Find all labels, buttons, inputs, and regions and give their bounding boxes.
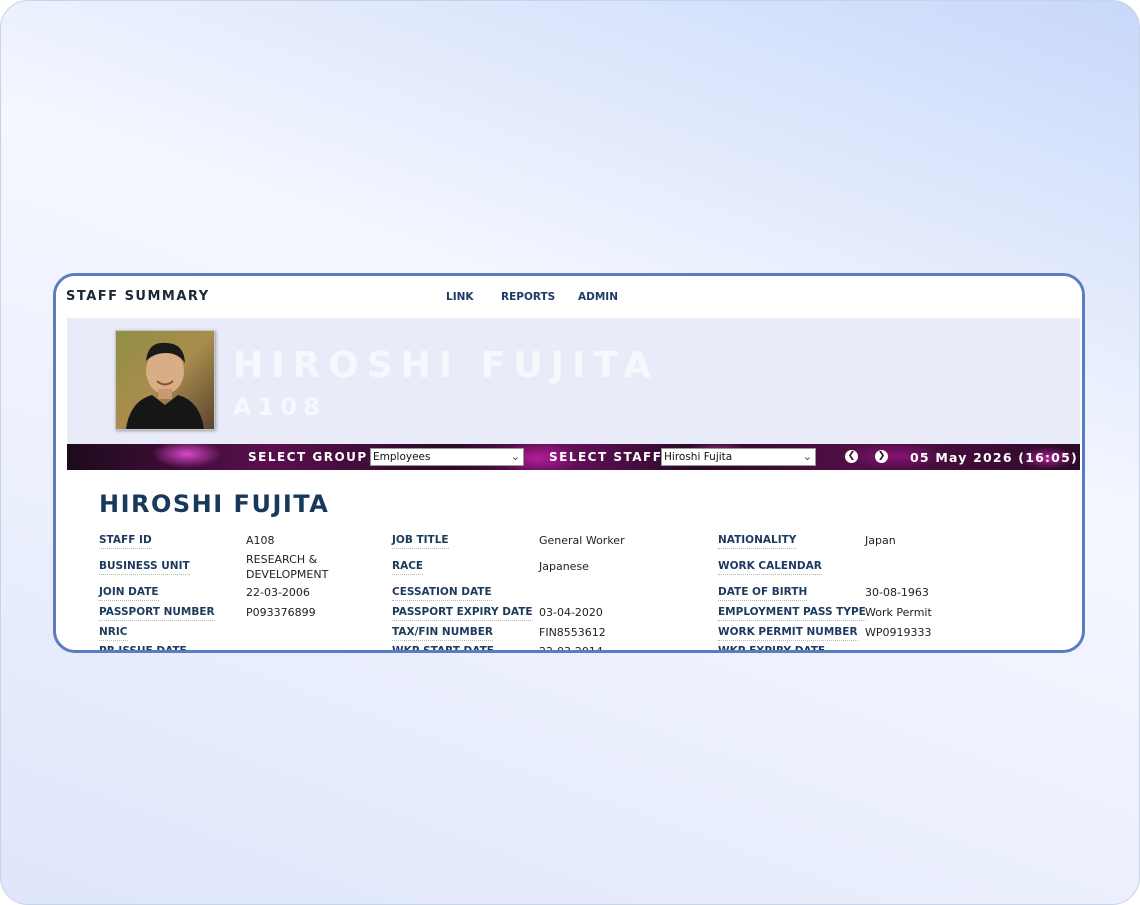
- label-work-calendar: WORK CALENDAR: [718, 560, 822, 575]
- chevron-left-icon[interactable]: ❮: [845, 450, 858, 463]
- staff-photo-image: [116, 331, 214, 429]
- label-passport-number: PASSPORT NUMBER: [99, 606, 215, 621]
- label-employment-pass-type: EMPLOYMENT PASS TYPE: [718, 606, 866, 621]
- value-date-of-birth: 30-08-1963: [865, 586, 929, 599]
- label-race: RACE: [392, 560, 424, 575]
- nav-admin[interactable]: ADMIN: [578, 291, 618, 303]
- chevron-down-icon: ⌄: [802, 450, 812, 463]
- label-nric: NRIC: [99, 626, 128, 641]
- staff-photo: [115, 330, 215, 430]
- profile-name: HIROSHI FUJITA: [99, 490, 330, 518]
- value-nationality: Japan: [865, 534, 896, 547]
- value-staff-id: A108: [246, 534, 275, 547]
- label-business-unit: BUSINESS UNIT: [99, 560, 190, 575]
- label-passport-expiry-date: PASSPORT EXPIRY DATE: [392, 606, 533, 621]
- app-title: STAFF SUMMARY: [66, 289, 210, 304]
- label-nationality: NATIONALITY: [718, 534, 797, 549]
- screenshot-frame: STAFF SUMMARY LINK REPORTS ADMIN HIROSHI…: [0, 0, 1140, 905]
- top-nav-bar: STAFF SUMMARY LINK REPORTS ADMIN: [56, 276, 1082, 318]
- nav-link[interactable]: LINK: [446, 291, 474, 303]
- value-job-title: General Worker: [539, 534, 625, 547]
- label-pr-issue-date: PR ISSUE DATE: [99, 645, 187, 650]
- value-join-date: 22-03-2006: [246, 586, 310, 599]
- group-select[interactable]: Employees ⌄: [370, 448, 524, 466]
- label-tax-fin-number: TAX/FIN NUMBER: [392, 626, 493, 641]
- label-join-date: JOIN DATE: [99, 586, 159, 601]
- value-tax-fin-number: FIN8553612: [539, 626, 606, 639]
- chevron-right-icon[interactable]: ❯: [875, 450, 888, 463]
- staff-summary-window: STAFF SUMMARY LINK REPORTS ADMIN HIROSHI…: [53, 273, 1085, 653]
- value-work-permit-number: WP0919333: [865, 626, 932, 639]
- label-staff-id: STAFF ID: [99, 534, 152, 549]
- value-employment-pass-type: Work Permit: [865, 606, 932, 619]
- value-wkp-start-date: 22-03-2014: [539, 645, 603, 653]
- profile-header: HIROSHI FUJITA A108: [67, 318, 1080, 444]
- staff-select[interactable]: Hiroshi Fujita ⌄: [661, 448, 816, 466]
- label-date-of-birth: DATE OF BIRTH: [718, 586, 808, 601]
- current-datetime: 05 May 2026 (16:05): [910, 450, 1078, 465]
- value-business-unit: RESEARCH & DEVELOPMENT: [246, 553, 329, 581]
- label-cessation-date: CESSATION DATE: [392, 586, 492, 601]
- profile-details: HIROSHI FUJITA STAFF ID A108 BUSINESS UN…: [67, 470, 1080, 650]
- value-race: Japanese: [539, 560, 589, 573]
- value-passport-expiry-date: 03-04-2020: [539, 606, 603, 619]
- label-wkp-expiry-date: WKP EXPIRY DATE: [718, 645, 825, 650]
- select-staff-label: SELECT STAFF: [549, 450, 663, 464]
- chevron-down-icon: ⌄: [510, 450, 520, 463]
- hero-staff-name: HIROSHI FUJITA: [233, 345, 660, 386]
- staff-select-value: Hiroshi Fujita: [664, 451, 733, 463]
- selection-bar: SELECT GROUP Employees ⌄ SELECT STAFF Hi…: [67, 444, 1080, 470]
- group-select-value: Employees: [373, 451, 431, 463]
- select-group-label: SELECT GROUP: [248, 450, 368, 464]
- label-job-title: JOB TITLE: [392, 534, 449, 549]
- hero-staff-id: A108: [233, 393, 326, 421]
- label-wkp-start-date: WKP START DATE: [392, 645, 494, 650]
- label-work-permit-number: WORK PERMIT NUMBER: [718, 626, 858, 641]
- nav-reports[interactable]: REPORTS: [501, 291, 555, 303]
- value-passport-number: P093376899: [246, 606, 316, 619]
